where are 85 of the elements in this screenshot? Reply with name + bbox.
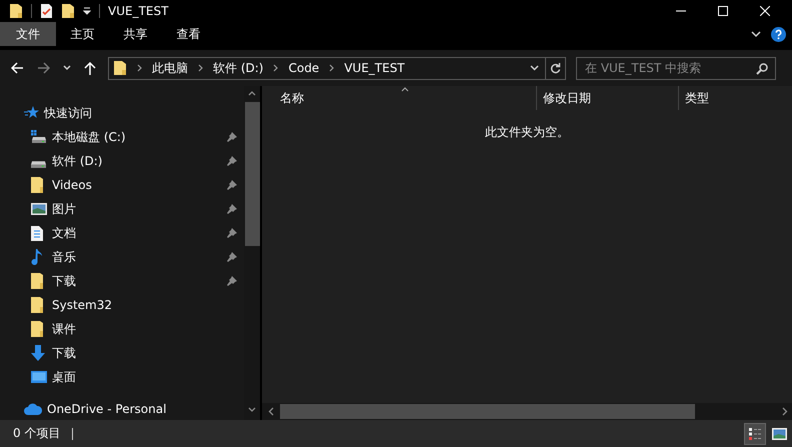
thumbnail-icon bbox=[772, 428, 786, 440]
maximize-icon[interactable] bbox=[718, 6, 728, 16]
nav-item[interactable]: 下载 bbox=[0, 269, 244, 293]
column-header[interactable]: 类型 bbox=[678, 86, 758, 110]
close-icon[interactable] bbox=[760, 6, 770, 16]
nav-label: 音乐 bbox=[52, 248, 77, 266]
document-icon bbox=[31, 226, 43, 240]
scroll-down-icon[interactable] bbox=[248, 407, 256, 412]
music-note-icon bbox=[31, 249, 42, 265]
search-icon[interactable] bbox=[756, 62, 768, 74]
folder-icon bbox=[113, 60, 127, 76]
nav-item[interactable]: 下载 bbox=[0, 341, 244, 365]
sort-ascending-icon bbox=[401, 87, 409, 92]
nav-label: Videos bbox=[52, 178, 93, 192]
scroll-right-icon[interactable] bbox=[782, 407, 788, 416]
breadcrumb-item[interactable]: 软件 (D:) bbox=[213, 60, 264, 76]
nav-item[interactable]: 软件 (D:) bbox=[0, 149, 244, 173]
help-icon[interactable] bbox=[771, 26, 786, 42]
breadcrumb-item[interactable]: VUE_TEST bbox=[344, 61, 405, 75]
scroll-left-icon[interactable] bbox=[268, 407, 274, 416]
up-icon[interactable] bbox=[84, 62, 96, 74]
nav-item[interactable]: OneDrive - Personal bbox=[0, 397, 244, 421]
chevron-right-icon[interactable] bbox=[273, 64, 278, 72]
details-list-icon bbox=[748, 426, 762, 440]
desktop-icon bbox=[31, 371, 47, 383]
nav-label: 图片 bbox=[52, 200, 77, 218]
star-icon bbox=[24, 106, 39, 120]
nav-label: OneDrive - Personal bbox=[47, 402, 166, 416]
folder-icon[interactable] bbox=[61, 3, 75, 19]
folder-icon bbox=[31, 177, 43, 193]
nav-item[interactable]: Videos bbox=[0, 173, 244, 197]
nav-item[interactable]: 快速访问 bbox=[0, 101, 244, 125]
horizontal-scrollbar[interactable] bbox=[262, 403, 792, 420]
refresh-icon[interactable] bbox=[550, 62, 561, 74]
window-title: VUE_TEST bbox=[108, 4, 168, 18]
nav-label: 快速访问 bbox=[44, 104, 92, 122]
details-view-button[interactable] bbox=[744, 422, 766, 444]
chevron-right-icon[interactable] bbox=[198, 64, 203, 72]
folder-icon bbox=[31, 273, 43, 289]
nav-label: 本地磁盘 (C:) bbox=[52, 128, 127, 146]
search-field[interactable]: 在 VUE_TEST 中搜索 bbox=[576, 56, 776, 80]
folder-icon[interactable] bbox=[9, 3, 23, 19]
folder-icon bbox=[31, 321, 43, 337]
nav-label: 软件 (D:) bbox=[52, 152, 104, 170]
cloud-icon bbox=[24, 403, 42, 415]
nav-item[interactable]: 文档 bbox=[0, 221, 244, 245]
recent-locations-icon[interactable] bbox=[63, 65, 71, 71]
address-bar[interactable]: 此电脑 软件 (D:) Code VUE_TEST bbox=[108, 56, 546, 80]
column-header[interactable]: 名称 bbox=[262, 86, 536, 110]
breadcrumb-item[interactable]: Code bbox=[288, 61, 320, 75]
forward-icon[interactable] bbox=[37, 62, 50, 74]
drive-icon bbox=[31, 160, 46, 168]
empty-folder-message: 此文件夹为空。 bbox=[484, 124, 570, 141]
nav-item[interactable]: 图片 bbox=[0, 197, 244, 221]
refresh-button[interactable] bbox=[546, 56, 566, 80]
nav-item[interactable]: System32 bbox=[0, 293, 244, 317]
download-icon bbox=[31, 345, 45, 361]
column-header[interactable]: 修改日期 bbox=[536, 86, 678, 110]
nav-label: 桌面 bbox=[52, 368, 77, 386]
nav-label: System32 bbox=[52, 298, 114, 312]
ribbon-tab[interactable]: 共享 bbox=[109, 22, 162, 46]
picture-icon bbox=[31, 203, 47, 215]
nav-item[interactable]: 桌面 bbox=[0, 365, 244, 389]
nav-label: 课件 bbox=[52, 320, 77, 338]
item-count: 0 个项目 bbox=[13, 425, 60, 442]
customize-dropdown-icon[interactable] bbox=[83, 7, 91, 15]
chevron-down-icon[interactable] bbox=[751, 30, 761, 38]
chevron-down-icon[interactable] bbox=[530, 65, 539, 71]
nav-label: 下载 bbox=[52, 344, 77, 362]
breadcrumb-item[interactable]: 此电脑 bbox=[152, 60, 188, 76]
scroll-up-icon[interactable] bbox=[248, 91, 256, 96]
nav-label: 下载 bbox=[52, 272, 77, 290]
chevron-right-icon[interactable] bbox=[137, 64, 142, 72]
ribbon-tab[interactable]: 查看 bbox=[162, 22, 215, 46]
back-icon[interactable] bbox=[11, 62, 24, 74]
checklist-icon[interactable] bbox=[40, 3, 53, 19]
ribbon-tab[interactable]: 文件 bbox=[0, 22, 56, 46]
nav-item[interactable]: 本地磁盘 (C:) bbox=[0, 125, 244, 149]
system-drive-icon bbox=[31, 130, 47, 144]
chevron-right-icon[interactable] bbox=[329, 64, 334, 72]
ribbon-tab[interactable]: 主页 bbox=[56, 22, 109, 46]
nav-label: 文档 bbox=[52, 224, 77, 242]
nav-item[interactable]: 课件 bbox=[0, 317, 244, 341]
nav-item[interactable]: 音乐 bbox=[0, 245, 244, 269]
folder-icon bbox=[31, 297, 43, 313]
